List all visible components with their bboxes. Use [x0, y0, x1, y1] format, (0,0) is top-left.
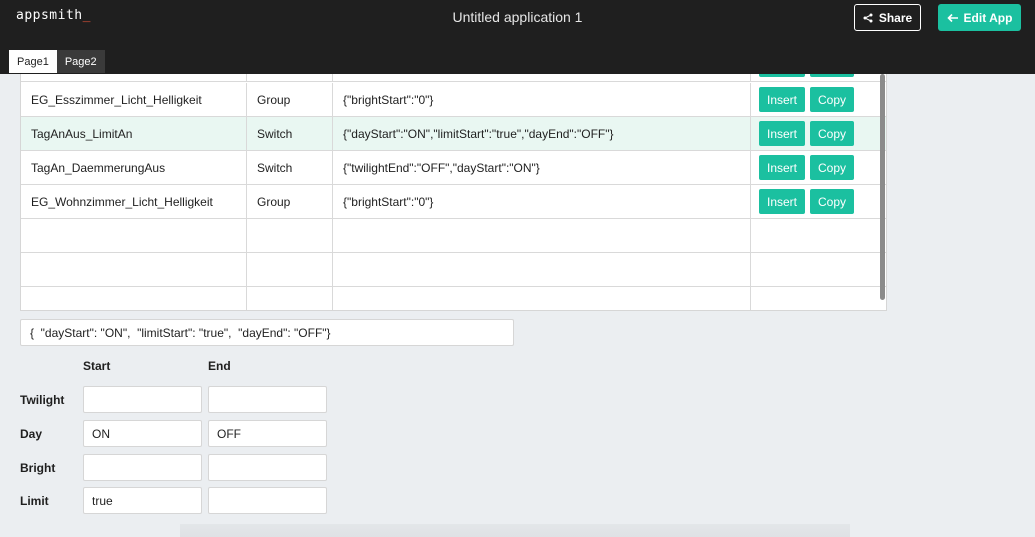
twilight-end-input[interactable]: [208, 386, 327, 413]
insert-button[interactable]: Insert: [759, 189, 805, 214]
empty-cell: [751, 253, 886, 286]
table-row[interactable]: TagAnAus_LimitAn Switch {"dayStart":"ON"…: [21, 117, 886, 151]
insert-button[interactable]: Insert: [759, 155, 805, 180]
cell-actions: [751, 74, 886, 81]
bright-end-input[interactable]: [208, 454, 327, 481]
day-start-input[interactable]: [83, 420, 202, 447]
twilight-start-input[interactable]: [83, 386, 202, 413]
empty-table-row: [21, 219, 886, 253]
edit-app-button[interactable]: Edit App: [938, 4, 1021, 31]
bright-label: Bright: [20, 461, 56, 475]
copy-button[interactable]: Copy: [810, 155, 854, 180]
empty-cell: [21, 219, 247, 252]
start-column-header: Start: [83, 359, 111, 373]
limit-start-input[interactable]: [83, 487, 202, 514]
empty-cell: [247, 253, 333, 286]
end-column-header: End: [208, 359, 231, 373]
cell-actions: Insert Copy: [751, 83, 886, 116]
insert-button[interactable]: Insert: [759, 87, 805, 112]
json-text-display[interactable]: { "dayStart": "ON", "limitStart": "true"…: [20, 319, 514, 346]
table-row[interactable]: [21, 74, 886, 82]
empty-cell: [247, 219, 333, 252]
empty-cell: [247, 287, 333, 310]
empty-table-row: [21, 287, 886, 310]
day-end-input[interactable]: [208, 420, 327, 447]
cell-type: [247, 74, 333, 81]
cell-type: Switch: [247, 151, 333, 184]
copy-button[interactable]: Copy: [810, 189, 854, 214]
empty-cell: [333, 219, 751, 252]
cell-name: EG_Wohnzimmer_Licht_Helligkeit: [21, 185, 247, 218]
share-button[interactable]: Share: [854, 4, 921, 31]
data-table: EG_Esszimmer_Licht_Helligkeit Group {"br…: [20, 74, 887, 311]
cell-type: Group: [247, 185, 333, 218]
cell-actions: Insert Copy: [751, 185, 886, 218]
cell-name: TagAnAus_LimitAn: [21, 117, 247, 150]
empty-cell: [21, 287, 247, 310]
canvas-bottom-edge: [180, 524, 850, 537]
limit-label: Limit: [20, 494, 49, 508]
cell-json: {"twilightEnd":"OFF","dayStart":"ON"}: [333, 151, 751, 184]
empty-cell: [21, 253, 247, 286]
empty-cell: [751, 219, 886, 252]
page-tabs: Page1 Page2: [9, 50, 105, 73]
cell-json: {"brightStart":"0"}: [333, 185, 751, 218]
limit-end-input[interactable]: [208, 487, 327, 514]
cell-name: [21, 74, 247, 81]
empty-cell: [333, 287, 751, 310]
copy-button[interactable]: Copy: [810, 121, 854, 146]
table-scrollbar[interactable]: [880, 74, 885, 300]
bright-start-input[interactable]: [83, 454, 202, 481]
edit-app-label: Edit App: [963, 10, 1013, 25]
share-label: Share: [878, 10, 913, 25]
cell-name: EG_Esszimmer_Licht_Helligkeit: [21, 83, 247, 116]
arrow-left-icon: [946, 13, 959, 23]
cell-type: Group: [247, 83, 333, 116]
share-icon: [863, 13, 873, 23]
day-label: Day: [20, 427, 43, 441]
cell-type: Switch: [247, 117, 333, 150]
empty-cell: [751, 287, 886, 310]
copy-button[interactable]: [810, 74, 854, 77]
cell-json: {"brightStart":"0"}: [333, 83, 751, 116]
twilight-label: Twilight: [20, 393, 65, 407]
table-row[interactable]: TagAn_DaemmerungAus Switch {"twilightEnd…: [21, 151, 886, 185]
copy-button[interactable]: Copy: [810, 87, 854, 112]
tab-page1[interactable]: Page1: [9, 50, 57, 73]
empty-cell: [333, 253, 751, 286]
cell-json: [333, 74, 751, 81]
app-header: appsmith_ Untitled application 1 Share E…: [0, 0, 1035, 74]
table-row[interactable]: EG_Esszimmer_Licht_Helligkeit Group {"br…: [21, 83, 886, 117]
insert-button[interactable]: Insert: [759, 121, 805, 146]
cell-json: {"dayStart":"ON","limitStart":"true","da…: [333, 117, 751, 150]
cell-actions: Insert Copy: [751, 151, 886, 184]
empty-table-row: [21, 253, 886, 287]
insert-button[interactable]: [759, 74, 805, 77]
tab-page2[interactable]: Page2: [56, 50, 105, 73]
table-row[interactable]: EG_Wohnzimmer_Licht_Helligkeit Group {"b…: [21, 185, 886, 219]
cell-actions: Insert Copy: [751, 117, 886, 150]
cell-name: TagAn_DaemmerungAus: [21, 151, 247, 184]
